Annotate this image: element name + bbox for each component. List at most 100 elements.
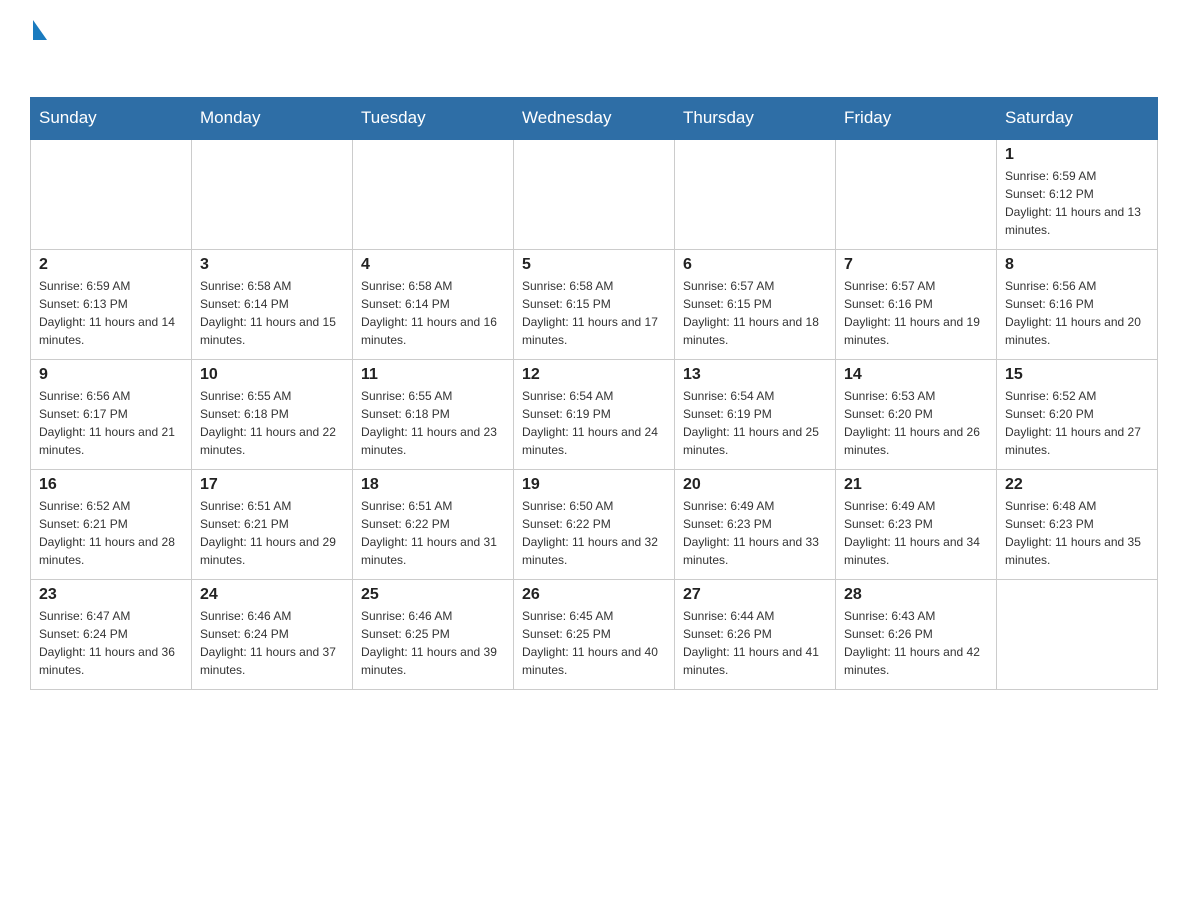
day-of-week-header: Saturday (997, 98, 1158, 140)
day-info: Sunrise: 6:58 AMSunset: 6:14 PMDaylight:… (200, 277, 344, 349)
day-number: 2 (39, 256, 183, 274)
calendar-cell (192, 139, 353, 249)
calendar-cell: 25Sunrise: 6:46 AMSunset: 6:25 PMDayligh… (353, 579, 514, 689)
day-of-week-header: Friday (836, 98, 997, 140)
day-number: 18 (361, 476, 505, 494)
calendar-table: SundayMondayTuesdayWednesdayThursdayFrid… (30, 97, 1158, 690)
day-number: 4 (361, 256, 505, 274)
calendar-cell: 9Sunrise: 6:56 AMSunset: 6:17 PMDaylight… (31, 359, 192, 469)
day-of-week-header: Wednesday (514, 98, 675, 140)
day-info: Sunrise: 6:59 AMSunset: 6:13 PMDaylight:… (39, 277, 183, 349)
calendar-cell: 8 Sunrise: 6:56 AMSunset: 6:16 PMDaylight… (997, 249, 1158, 359)
day-number: 25 (361, 586, 505, 604)
day-number: 26 (522, 586, 666, 604)
day-number: 22 (1005, 476, 1149, 494)
day-number: 9 (39, 366, 183, 384)
calendar-cell: 7 Sunrise: 6:57 AMSunset: 6:16 PMDaylight… (836, 249, 997, 359)
day-number: 19 (522, 476, 666, 494)
day-number: 13 (683, 366, 827, 384)
day-info: Sunrise: 6:52 AMSunset: 6:20 PMDaylight:… (1005, 387, 1149, 459)
logo-triangle-icon (33, 20, 47, 40)
day-of-week-header: Tuesday (353, 98, 514, 140)
day-info: Sunrise: 6:56 AMSunset: 6:16 PMDaylight:… (1005, 277, 1149, 349)
calendar-cell: 28 Sunrise: 6:43 AMSunset: 6:26 PMDayligh… (836, 579, 997, 689)
day-number: 5 (522, 256, 666, 274)
calendar-cell (353, 139, 514, 249)
day-info: Sunrise: 6:57 AMSunset: 6:16 PMDaylight:… (844, 277, 988, 349)
calendar-cell (997, 579, 1158, 689)
day-of-week-header: Thursday (675, 98, 836, 140)
calendar-cell: 10Sunrise: 6:55 AMSunset: 6:18 PMDayligh… (192, 359, 353, 469)
calendar-cell: 4 Sunrise: 6:58 AMSunset: 6:14 PMDaylight… (353, 249, 514, 359)
day-number: 3 (200, 256, 344, 274)
day-of-week-header: Sunday (31, 98, 192, 140)
day-number: 7 (844, 256, 988, 274)
calendar-cell: 11 Sunrise: 6:55 AMSunset: 6:18 PMDayligh… (353, 359, 514, 469)
day-number: 24 (200, 586, 344, 604)
calendar-cell (836, 139, 997, 249)
page-header (30, 20, 1158, 77)
calendar-header-row: SundayMondayTuesdayWednesdayThursdayFrid… (31, 98, 1158, 140)
day-number: 15 (1005, 366, 1149, 384)
calendar-cell (31, 139, 192, 249)
day-info: Sunrise: 6:51 AMSunset: 6:21 PMDaylight:… (200, 497, 344, 569)
calendar-cell: 26 Sunrise: 6:45 AMSunset: 6:25 PMDayligh… (514, 579, 675, 689)
calendar-cell: 23Sunrise: 6:47 AMSunset: 6:24 PMDayligh… (31, 579, 192, 689)
calendar-cell: 19 Sunrise: 6:50 AMSunset: 6:22 PMDayligh… (514, 469, 675, 579)
calendar-cell: 5 Sunrise: 6:58 AMSunset: 6:15 PMDaylight… (514, 249, 675, 359)
day-info: Sunrise: 6:47 AMSunset: 6:24 PMDaylight:… (39, 607, 183, 679)
day-number: 11 (361, 366, 505, 384)
calendar-week-row: 23Sunrise: 6:47 AMSunset: 6:24 PMDayligh… (31, 579, 1158, 689)
day-info: Sunrise: 6:50 AMSunset: 6:22 PMDaylight:… (522, 497, 666, 569)
day-number: 6 (683, 256, 827, 274)
day-info: Sunrise: 6:44 AMSunset: 6:26 PMDaylight:… (683, 607, 827, 679)
calendar-cell (675, 139, 836, 249)
day-info: Sunrise: 6:45 AMSunset: 6:25 PMDaylight:… (522, 607, 666, 679)
calendar-cell: 21 Sunrise: 6:49 AMSunset: 6:23 PMDayligh… (836, 469, 997, 579)
calendar-cell: 1 Sunrise: 6:59 AMSunset: 6:12 PMDaylight… (997, 139, 1158, 249)
calendar-cell: 20Sunrise: 6:49 AMSunset: 6:23 PMDayligh… (675, 469, 836, 579)
calendar-cell: 18 Sunrise: 6:51 AMSunset: 6:22 PMDayligh… (353, 469, 514, 579)
logo (30, 20, 47, 77)
day-info: Sunrise: 6:54 AMSunset: 6:19 PMDaylight:… (522, 387, 666, 459)
calendar-week-row: 2 Sunrise: 6:59 AMSunset: 6:13 PMDaylight… (31, 249, 1158, 359)
calendar-week-row: 1 Sunrise: 6:59 AMSunset: 6:12 PMDaylight… (31, 139, 1158, 249)
calendar-cell: 2 Sunrise: 6:59 AMSunset: 6:13 PMDaylight… (31, 249, 192, 359)
day-info: Sunrise: 6:43 AMSunset: 6:26 PMDaylight:… (844, 607, 988, 679)
day-info: Sunrise: 6:57 AMSunset: 6:15 PMDaylight:… (683, 277, 827, 349)
calendar-cell: 14 Sunrise: 6:53 AMSunset: 6:20 PMDayligh… (836, 359, 997, 469)
calendar-cell (514, 139, 675, 249)
day-number: 1 (1005, 146, 1149, 164)
calendar-cell: 12 Sunrise: 6:54 AMSunset: 6:19 PMDayligh… (514, 359, 675, 469)
calendar-cell: 27 Sunrise: 6:44 AMSunset: 6:26 PMDayligh… (675, 579, 836, 689)
day-info: Sunrise: 6:59 AMSunset: 6:12 PMDaylight:… (1005, 167, 1149, 239)
day-info: Sunrise: 6:49 AMSunset: 6:23 PMDaylight:… (844, 497, 988, 569)
day-info: Sunrise: 6:48 AMSunset: 6:23 PMDaylight:… (1005, 497, 1149, 569)
day-info: Sunrise: 6:53 AMSunset: 6:20 PMDaylight:… (844, 387, 988, 459)
day-number: 16 (39, 476, 183, 494)
day-info: Sunrise: 6:54 AMSunset: 6:19 PMDaylight:… (683, 387, 827, 459)
calendar-cell: 17 Sunrise: 6:51 AMSunset: 6:21 PMDayligh… (192, 469, 353, 579)
day-number: 8 (1005, 256, 1149, 274)
day-number: 12 (522, 366, 666, 384)
calendar-week-row: 16Sunrise: 6:52 AMSunset: 6:21 PMDayligh… (31, 469, 1158, 579)
day-number: 17 (200, 476, 344, 494)
day-number: 14 (844, 366, 988, 384)
day-info: Sunrise: 6:49 AMSunset: 6:23 PMDaylight:… (683, 497, 827, 569)
calendar-cell: 15 Sunrise: 6:52 AMSunset: 6:20 PMDayligh… (997, 359, 1158, 469)
day-info: Sunrise: 6:58 AMSunset: 6:15 PMDaylight:… (522, 277, 666, 349)
calendar-week-row: 9Sunrise: 6:56 AMSunset: 6:17 PMDaylight… (31, 359, 1158, 469)
day-number: 10 (200, 366, 344, 384)
calendar-cell: 13 Sunrise: 6:54 AMSunset: 6:19 PMDayligh… (675, 359, 836, 469)
calendar-cell: 24Sunrise: 6:46 AMSunset: 6:24 PMDayligh… (192, 579, 353, 689)
day-number: 28 (844, 586, 988, 604)
day-info: Sunrise: 6:55 AMSunset: 6:18 PMDaylight:… (361, 387, 505, 459)
day-info: Sunrise: 6:51 AMSunset: 6:22 PMDaylight:… (361, 497, 505, 569)
day-of-week-header: Monday (192, 98, 353, 140)
day-info: Sunrise: 6:58 AMSunset: 6:14 PMDaylight:… (361, 277, 505, 349)
calendar-cell: 22 Sunrise: 6:48 AMSunset: 6:23 PMDayligh… (997, 469, 1158, 579)
calendar-cell: 16Sunrise: 6:52 AMSunset: 6:21 PMDayligh… (31, 469, 192, 579)
day-number: 21 (844, 476, 988, 494)
day-number: 27 (683, 586, 827, 604)
calendar-cell: 6 Sunrise: 6:57 AMSunset: 6:15 PMDaylight… (675, 249, 836, 359)
